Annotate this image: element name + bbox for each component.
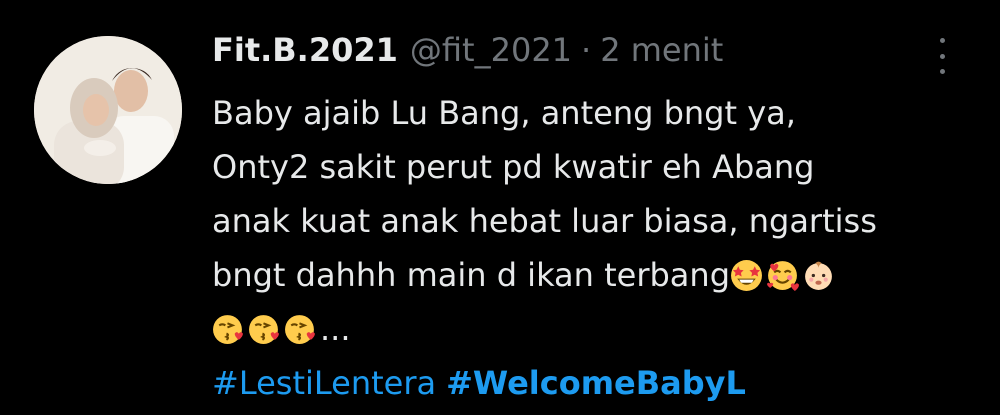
- more-options-icon[interactable]: [930, 36, 954, 76]
- user-handle[interactable]: @fit_2021: [410, 30, 572, 70]
- hashtag-welcomebabyl[interactable]: #WelcomeBabyL: [446, 364, 746, 402]
- smiling-hearts-emoji: [766, 259, 799, 292]
- baby-emoji: [802, 259, 835, 292]
- hashtags: #LestiLentera #WelcomeBabyL: [212, 356, 982, 410]
- kissing-heart-emoji: [248, 313, 281, 346]
- avatar[interactable]: [34, 36, 182, 184]
- ellipsis-text: ...: [320, 310, 351, 348]
- timestamp[interactable]: 2 menit: [600, 30, 723, 70]
- separator-dot: ·: [581, 31, 592, 69]
- display-name[interactable]: Fit.B.2021: [212, 30, 398, 70]
- star-struck-emoji: [730, 259, 763, 292]
- hashtag-lestilentera[interactable]: #LestiLentera: [212, 364, 436, 402]
- more-dot: [939, 69, 945, 74]
- tweet-line: Baby ajaib Lu Bang, anteng bngt ya,: [212, 94, 796, 132]
- kissing-heart-emoji: [212, 313, 245, 346]
- tweet-line-4: bngt dahhh main d ikan terbang: [212, 248, 982, 302]
- tweet-line-5: ...: [212, 302, 982, 356]
- tweet-line-text: bngt dahhh main d ikan terbang: [212, 256, 730, 294]
- tweet-header: Fit.B.2021 @fit_2021 · 2 menit: [212, 30, 723, 70]
- more-dot: [939, 53, 945, 59]
- tweet-text: Baby ajaib Lu Bang, anteng bngt ya, Onty…: [212, 86, 982, 410]
- kissing-heart-emoji: [284, 313, 317, 346]
- tweet-line: Onty2 sakit perut pd kwatir eh Abang: [212, 148, 815, 186]
- tweet-line: anak kuat anak hebat luar biasa, ngartis…: [212, 202, 877, 240]
- avatar-photo: [34, 36, 182, 184]
- more-dot: [939, 38, 945, 43]
